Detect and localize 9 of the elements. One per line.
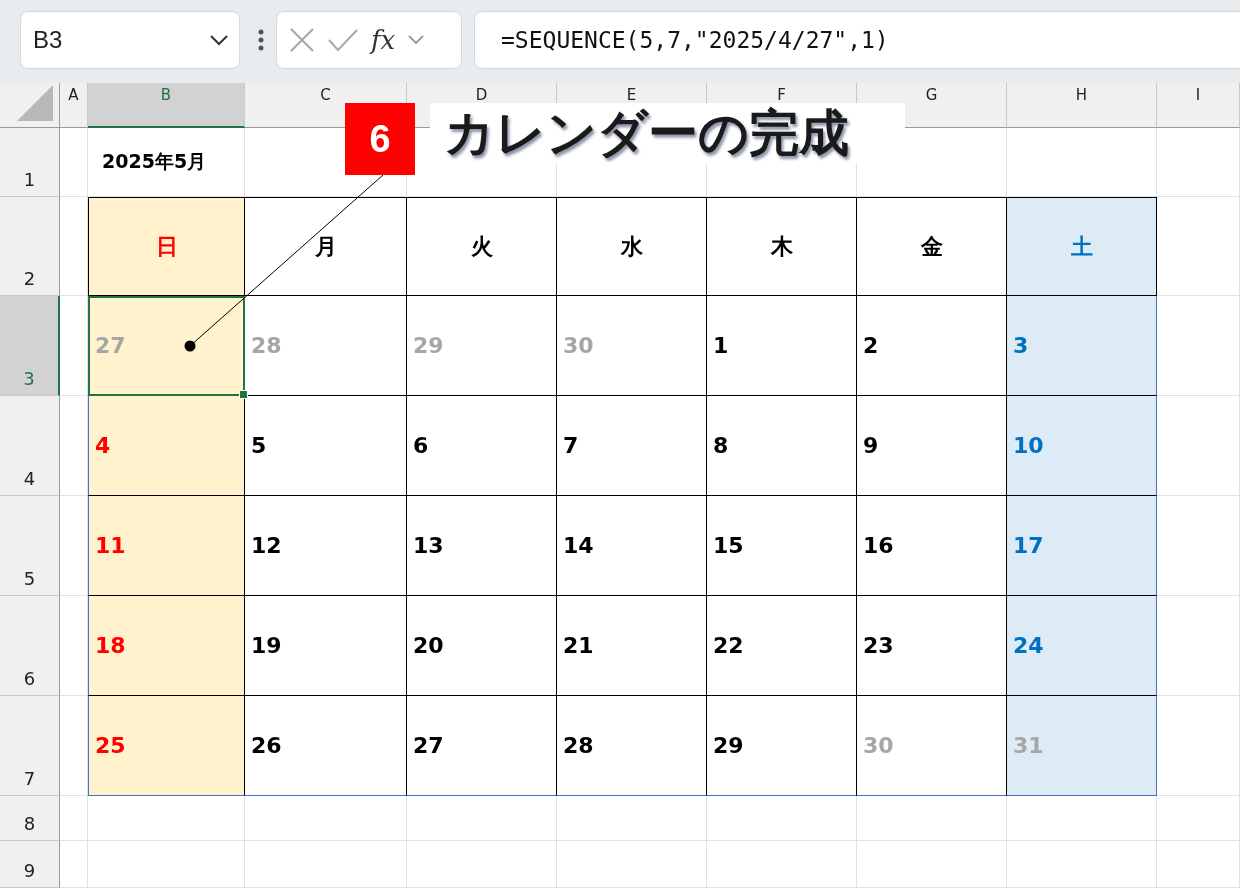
weekday-header: 木 <box>707 197 857 296</box>
weekday-header: 火 <box>407 197 557 296</box>
callout-tooltip: カレンダーの完成 <box>430 103 905 163</box>
weekday-header: 土 <box>1007 197 1157 296</box>
weekday-header: 日 <box>88 197 245 296</box>
weekday-header: 金 <box>857 197 1007 296</box>
weekday-header: 月 <box>245 197 407 296</box>
weekday-header: 水 <box>557 197 707 296</box>
step-number-tooltip: 6 <box>345 103 415 175</box>
